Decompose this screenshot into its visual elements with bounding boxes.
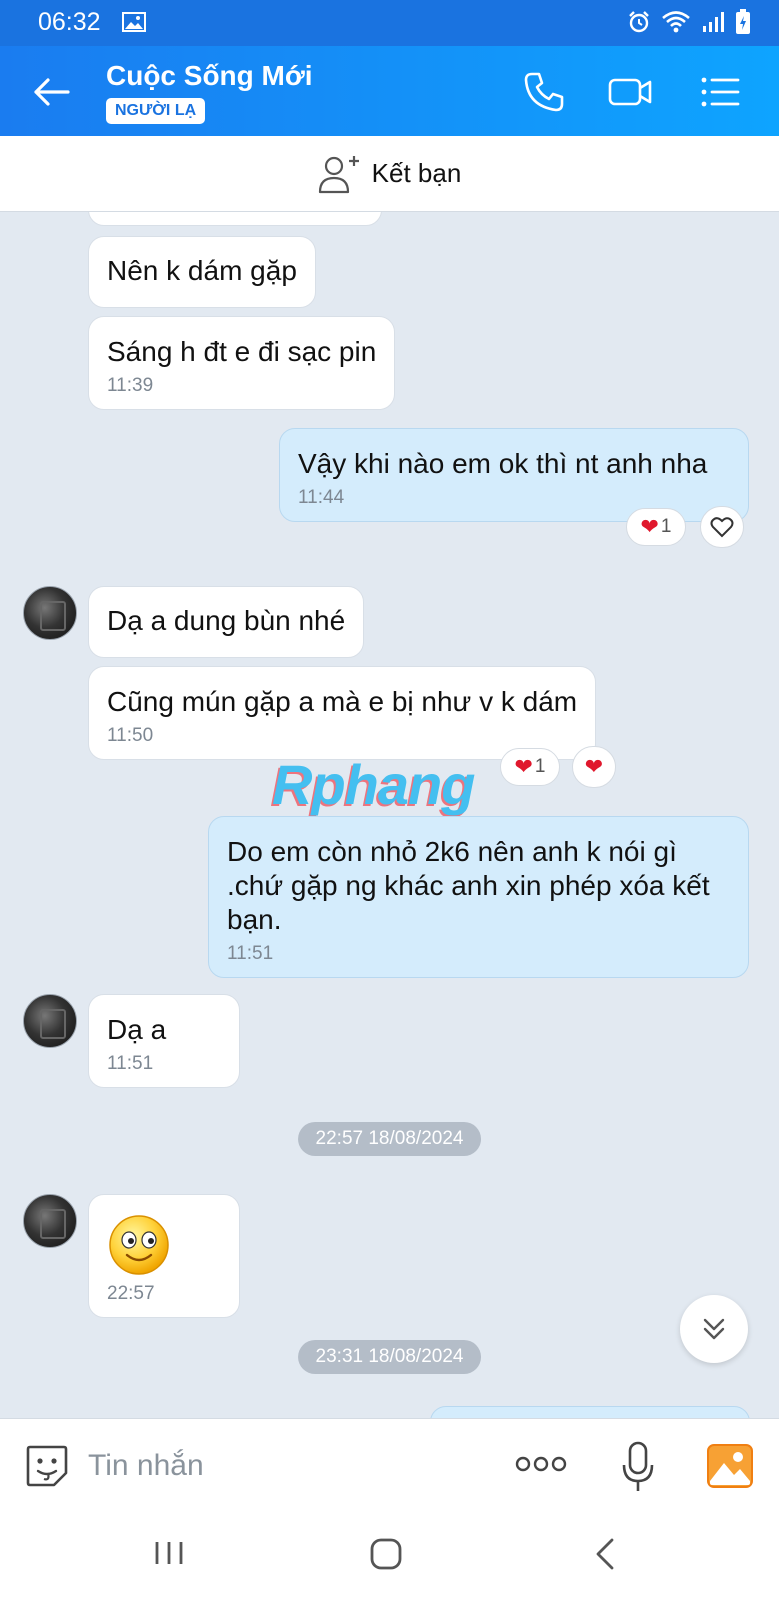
heart-outline-icon <box>710 517 734 538</box>
video-camera-icon[interactable] <box>606 68 654 116</box>
reaction-count: 1 <box>660 516 672 537</box>
message-text: Vậy khi nào em ok thì nt anh nha <box>298 448 708 479</box>
message-bubble-outgoing[interactable]: Do em còn nhỏ 2k6 nên anh k nói gì .chứ … <box>208 816 749 978</box>
sticker-message[interactable]: 22:57 <box>88 1194 240 1318</box>
message-bubble[interactable]: Dạ a dung bùn nhé <box>88 586 365 658</box>
message-input[interactable]: Tin nhắn <box>88 1449 204 1483</box>
message-bubble-partial[interactable] <box>430 1406 750 1418</box>
system-nav-bar <box>0 1514 779 1600</box>
message-list[interactable]: Nên k dám gặp Sáng h đt e đi sạc pin 11:… <box>0 212 779 1418</box>
composer-bar: Tin nhắn <box>0 1418 779 1514</box>
chat-header: Cuộc Sống Mới NGƯỜI LẠ <box>0 46 779 136</box>
message-time: 11:51 <box>107 1053 154 1074</box>
add-friend-label: Kết bạn <box>371 158 462 188</box>
chat-title[interactable]: Cuộc Sống Mới <box>106 60 313 92</box>
date-separator: 23:31 18/08/2024 <box>297 1340 482 1374</box>
message-text: Do em còn nhỏ 2k6 nên anh k nói gì .chứ … <box>227 836 710 935</box>
signal-icon <box>703 12 724 32</box>
message-text: Nên k dám gặp <box>107 255 297 286</box>
phone-icon[interactable] <box>520 68 568 116</box>
watermark: Rphang <box>272 753 475 816</box>
home-icon[interactable] <box>368 1536 404 1572</box>
message-time: 11:51 <box>227 943 274 964</box>
reaction-summary[interactable]: ❤ 1 <box>500 748 560 786</box>
photo-gallery-icon[interactable] <box>706 1443 754 1489</box>
add-friend-icon <box>318 155 359 193</box>
message-text: Dạ a <box>107 1014 167 1045</box>
add-friend-bar[interactable]: Kết bạn <box>0 136 779 212</box>
recent-apps-icon[interactable] <box>152 1536 186 1570</box>
arrow-left-icon[interactable] <box>30 70 74 114</box>
stranger-badge: NGƯỜI LẠ <box>106 98 206 124</box>
date-separator: 22:57 18/08/2024 <box>297 1122 482 1156</box>
message-bubble[interactable]: Sáng h đt e đi sạc pin 11:39 <box>88 316 396 410</box>
avatar[interactable] <box>23 586 77 640</box>
react-button[interactable] <box>700 506 744 548</box>
gallery-notification-icon <box>122 12 146 32</box>
message-text: Cũng mún gặp a mà e bị như v k dám <box>107 686 578 717</box>
back-nav-icon[interactable] <box>592 1536 616 1572</box>
microphone-icon[interactable] <box>620 1441 656 1493</box>
message-bubble[interactable]: Dạ a 11:51 <box>88 994 240 1088</box>
react-button[interactable]: ❤ <box>572 746 616 788</box>
message-time: 11:44 <box>298 487 345 508</box>
heart-icon: ❤ <box>584 754 604 779</box>
message-time: 22:57 <box>107 1283 155 1304</box>
status-time: 06:32 <box>38 8 101 36</box>
status-icons <box>627 9 751 35</box>
status-bar: 06:32 <box>0 0 779 46</box>
message-bubble-partial[interactable] <box>88 212 382 226</box>
alarm-icon <box>629 11 649 33</box>
scroll-to-bottom-button[interactable] <box>680 1295 748 1363</box>
reaction-summary[interactable]: ❤ 1 <box>626 508 686 546</box>
menu-list-icon[interactable] <box>696 68 744 116</box>
message-bubble[interactable]: Cũng mún gặp a mà e bị như v k dám 11:50 <box>88 666 597 760</box>
smiley-emoji-icon <box>109 1215 169 1275</box>
avatar[interactable] <box>23 1194 77 1248</box>
heart-icon: ❤ <box>640 514 659 539</box>
message-text: Sáng h đt e đi sạc pin <box>107 336 377 367</box>
heart-icon: ❤ <box>514 754 533 779</box>
more-options-icon[interactable] <box>515 1449 567 1479</box>
chevron-double-down-icon <box>703 1318 725 1340</box>
message-time: 11:39 <box>107 375 154 396</box>
wifi-icon <box>662 11 690 33</box>
battery-icon <box>736 9 750 34</box>
reaction-count: 1 <box>534 756 546 777</box>
sticker-icon[interactable] <box>24 1443 70 1489</box>
message-text: Dạ a dung bùn nhé <box>107 605 346 636</box>
message-time: 11:50 <box>107 725 154 746</box>
avatar[interactable] <box>23 994 77 1048</box>
message-bubble-outgoing[interactable]: Vậy khi nào em ok thì nt anh nha 11:44 <box>279 428 749 522</box>
message-bubble[interactable]: Nên k dám gặp <box>88 236 316 308</box>
